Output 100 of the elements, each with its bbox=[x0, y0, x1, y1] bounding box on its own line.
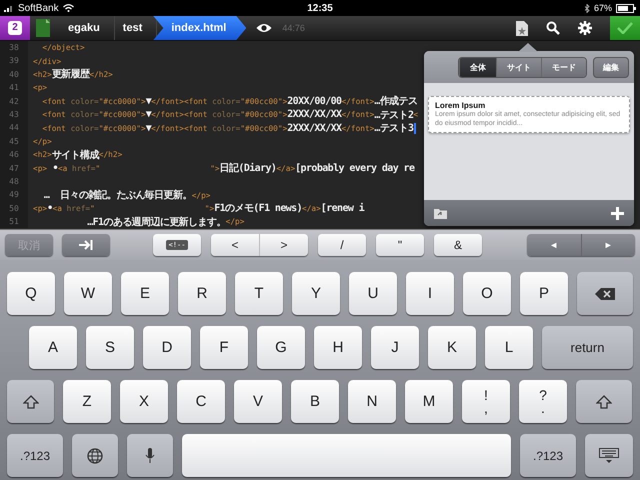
line-number: 50 bbox=[0, 202, 28, 216]
numbers-key[interactable]: .?123 bbox=[520, 434, 576, 477]
symbol-key[interactable]: ! , bbox=[462, 380, 510, 423]
microphone-icon bbox=[145, 448, 155, 464]
line-number: 47 bbox=[0, 162, 28, 175]
letter-key[interactable]: G bbox=[257, 326, 305, 369]
numbers-key[interactable]: .?123 bbox=[7, 434, 63, 477]
file-star-icon[interactable] bbox=[516, 20, 528, 36]
line-number: 49 bbox=[0, 188, 28, 202]
letter-key[interactable]: M bbox=[405, 380, 453, 423]
backspace-key[interactable] bbox=[577, 272, 633, 315]
code-text: 2XXX/XX/XX bbox=[287, 122, 342, 134]
letter-key[interactable]: U bbox=[349, 272, 397, 315]
line-number: 46 bbox=[0, 148, 28, 162]
letter-key[interactable]: Y bbox=[292, 272, 340, 315]
breadcrumb[interactable]: egaku bbox=[60, 16, 115, 40]
code-text: ▼ bbox=[146, 122, 152, 134]
globe-key[interactable] bbox=[72, 434, 118, 477]
symbol-key[interactable]: > bbox=[259, 234, 308, 256]
line-number: 45 bbox=[0, 134, 28, 148]
letter-key[interactable]: K bbox=[428, 326, 476, 369]
letter-key[interactable]: T bbox=[235, 272, 283, 315]
bluetooth-icon bbox=[584, 4, 590, 12]
letter-key[interactable]: A bbox=[29, 326, 77, 369]
letter-key[interactable]: Q bbox=[7, 272, 55, 315]
code-text: ▼ bbox=[146, 96, 152, 107]
wifi-icon bbox=[62, 4, 74, 12]
tabs-count-button[interactable]: 2 bbox=[0, 16, 30, 40]
arrow-key[interactable]: ► bbox=[580, 234, 635, 256]
code-text: 20XX/00/00 bbox=[287, 96, 342, 107]
line-number: 48 bbox=[0, 174, 28, 188]
symbol-key[interactable]: < bbox=[211, 234, 259, 256]
code-text: F1のメモ(F1 news) bbox=[214, 202, 302, 216]
letter-key[interactable]: W bbox=[64, 272, 112, 315]
letter-key[interactable]: R bbox=[178, 272, 226, 315]
code-text: [probably every day re bbox=[295, 162, 414, 174]
file-icon bbox=[36, 19, 50, 37]
keyboard-icon bbox=[599, 448, 619, 464]
tab-key[interactable] bbox=[62, 234, 110, 256]
symbol-key[interactable]: " bbox=[376, 234, 424, 256]
letter-key[interactable]: H bbox=[314, 326, 362, 369]
letter-key[interactable]: D bbox=[143, 326, 191, 369]
symbol-key[interactable]: / bbox=[318, 234, 366, 256]
letter-key[interactable]: F bbox=[200, 326, 248, 369]
symbol-key[interactable]: & bbox=[434, 234, 482, 256]
line-number: 51 bbox=[0, 215, 28, 228]
signal-icon bbox=[4, 4, 14, 12]
tab-icon bbox=[79, 240, 93, 250]
cursor-position: 44:76 bbox=[282, 23, 305, 33]
filter-tab[interactable]: サイト bbox=[496, 58, 541, 76]
return-key[interactable]: return bbox=[542, 326, 633, 369]
letter-key[interactable]: P bbox=[520, 272, 568, 315]
filter-tab[interactable]: 全体 bbox=[459, 58, 496, 76]
shift-key[interactable] bbox=[7, 380, 54, 423]
popover-arrow bbox=[518, 43, 538, 52]
line-number: 43 bbox=[0, 108, 28, 122]
letter-key[interactable]: E bbox=[121, 272, 169, 315]
hide-keyboard-key[interactable] bbox=[585, 434, 633, 477]
settings-icon[interactable] bbox=[578, 21, 592, 35]
letter-key[interactable]: B bbox=[291, 380, 339, 423]
letter-key[interactable]: I bbox=[406, 272, 454, 315]
code-text: 更新履歴 bbox=[52, 67, 90, 82]
arrow-key[interactable]: ◄ bbox=[527, 234, 580, 256]
symbol-key[interactable]: ? . bbox=[519, 380, 567, 423]
clock-time: 12:35 bbox=[307, 2, 333, 14]
breadcrumb[interactable]: index.html bbox=[153, 16, 246, 40]
letter-key[interactable]: S bbox=[86, 326, 134, 369]
letter-key[interactable]: L bbox=[485, 326, 533, 369]
code-text: サイト構成 bbox=[52, 148, 99, 162]
snippet-title: Lorem Ipsum bbox=[435, 101, 486, 110]
search-icon[interactable] bbox=[546, 21, 560, 35]
letter-key[interactable]: J bbox=[371, 326, 419, 369]
filter-tab[interactable]: モード bbox=[541, 58, 586, 76]
edit-button[interactable]: 編集 bbox=[593, 56, 629, 78]
line-number: 39 bbox=[0, 54, 28, 68]
letter-key[interactable]: N bbox=[348, 380, 396, 423]
line-number: 42 bbox=[0, 94, 28, 108]
letter-key[interactable]: V bbox=[234, 380, 282, 423]
code-text: [renew i bbox=[320, 202, 364, 214]
letter-key[interactable]: X bbox=[120, 380, 168, 423]
count-badge: 2 bbox=[8, 21, 22, 35]
letter-key[interactable]: O bbox=[463, 272, 511, 315]
plus-icon[interactable] bbox=[611, 206, 624, 220]
code-text: ▼ bbox=[146, 109, 152, 120]
carrier-name: SoftBank bbox=[18, 2, 59, 14]
microphone-key[interactable] bbox=[127, 434, 173, 477]
folder-icon[interactable] bbox=[434, 207, 447, 219]
code-text: …作成テス bbox=[374, 94, 418, 108]
letter-key[interactable]: C bbox=[177, 380, 225, 423]
shift-key[interactable] bbox=[576, 380, 632, 423]
line-number: 40 bbox=[0, 68, 28, 82]
code-text: …テスト2 bbox=[374, 108, 414, 122]
eye-icon[interactable] bbox=[256, 23, 272, 33]
code-text: …F1のある週周辺に更新します。 bbox=[86, 215, 226, 229]
shift-icon bbox=[596, 394, 612, 408]
letter-key[interactable]: Z bbox=[63, 380, 111, 423]
code-text: • bbox=[47, 202, 53, 214]
backspace-icon bbox=[595, 288, 615, 300]
line-number: 41 bbox=[0, 81, 28, 95]
battery-icon bbox=[616, 4, 636, 12]
